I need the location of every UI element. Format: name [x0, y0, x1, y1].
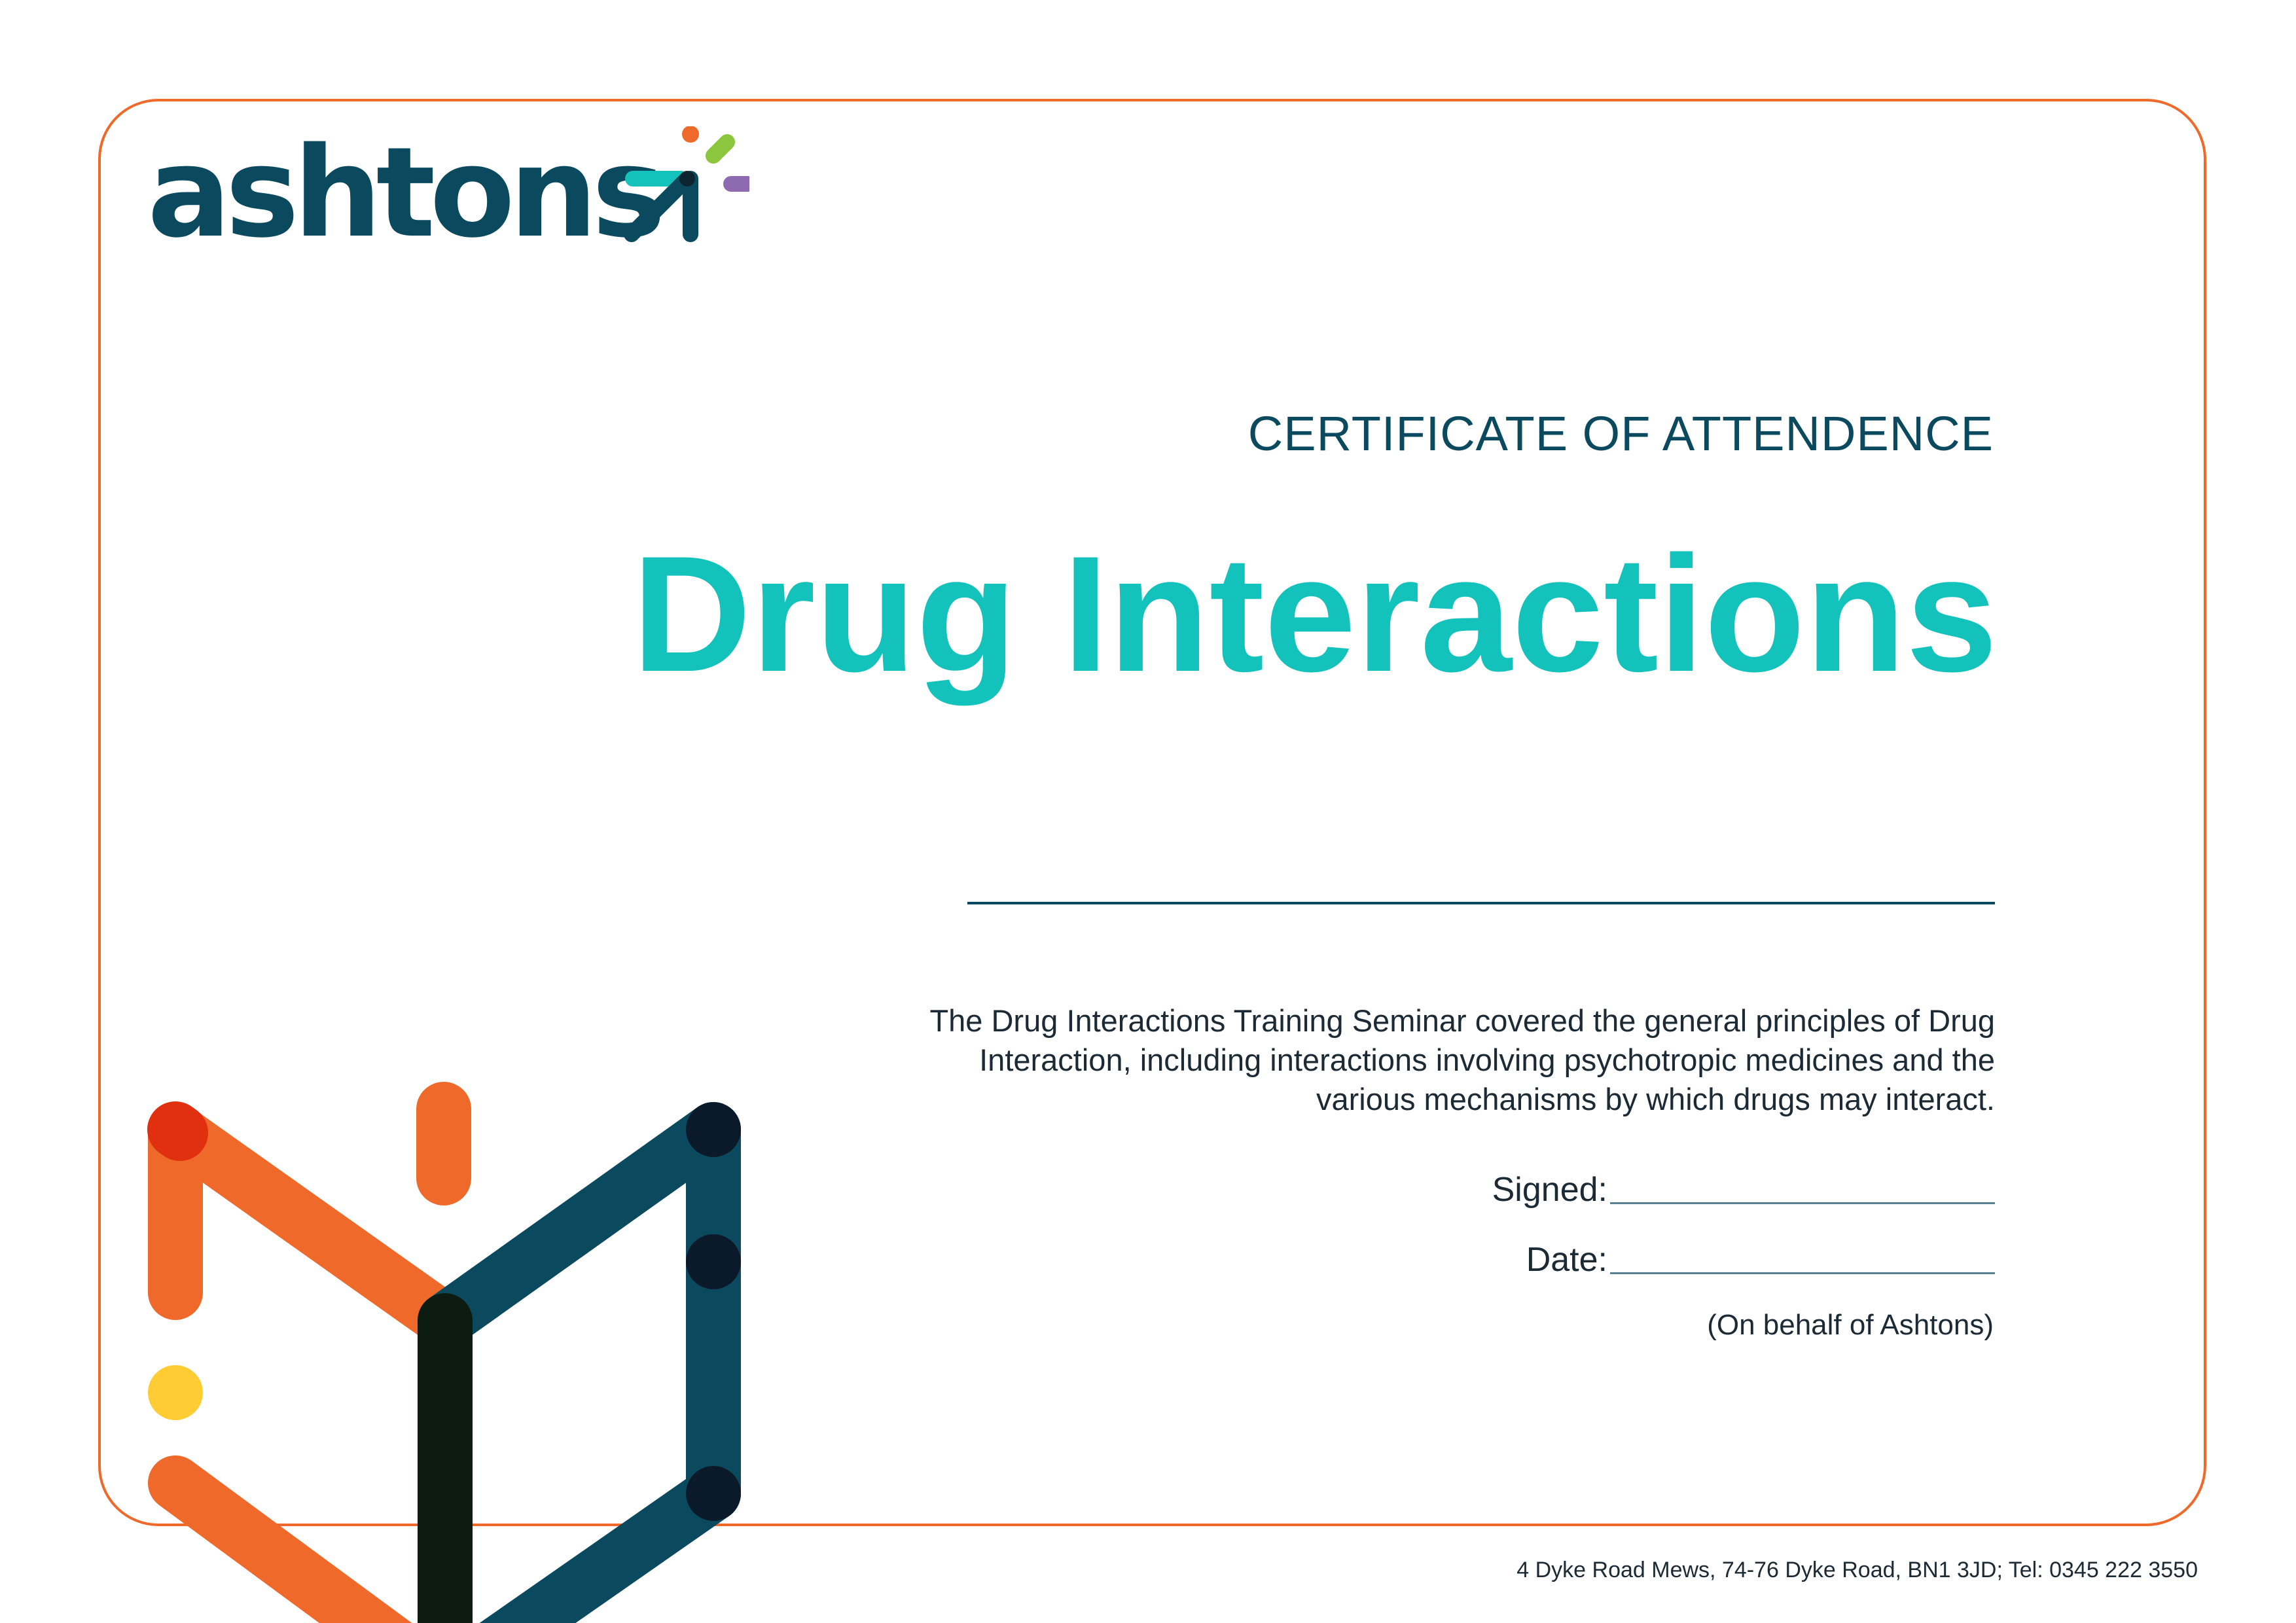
signature-line[interactable] [1610, 1202, 1995, 1204]
attendee-name-line [967, 902, 1995, 904]
on-behalf-note: (On behalf of Ashtons) [1707, 1309, 1994, 1341]
ashtons-logo: ashtons [147, 120, 756, 265]
date-row: Date: [1526, 1240, 1995, 1279]
signed-label: Signed: [1492, 1171, 1607, 1209]
footer-address: 4 Dyke Road Mews, 74-76 Dyke Road, BN1 3… [1516, 1558, 2198, 1582]
course-description: The Drug Interactions Training Seminar c… [929, 1003, 1995, 1116]
signature-row: Signed: [1492, 1170, 1995, 1209]
date-line[interactable] [1610, 1272, 1995, 1274]
course-title: Drug Interactions [632, 522, 1998, 706]
certificate-heading: CERTIFICATE OF ATTENDENCE [1247, 406, 1994, 461]
date-label: Date: [1526, 1241, 1607, 1279]
logo-wordmark: ashtons [147, 120, 666, 265]
logo-arrow-icon [624, 126, 749, 242]
